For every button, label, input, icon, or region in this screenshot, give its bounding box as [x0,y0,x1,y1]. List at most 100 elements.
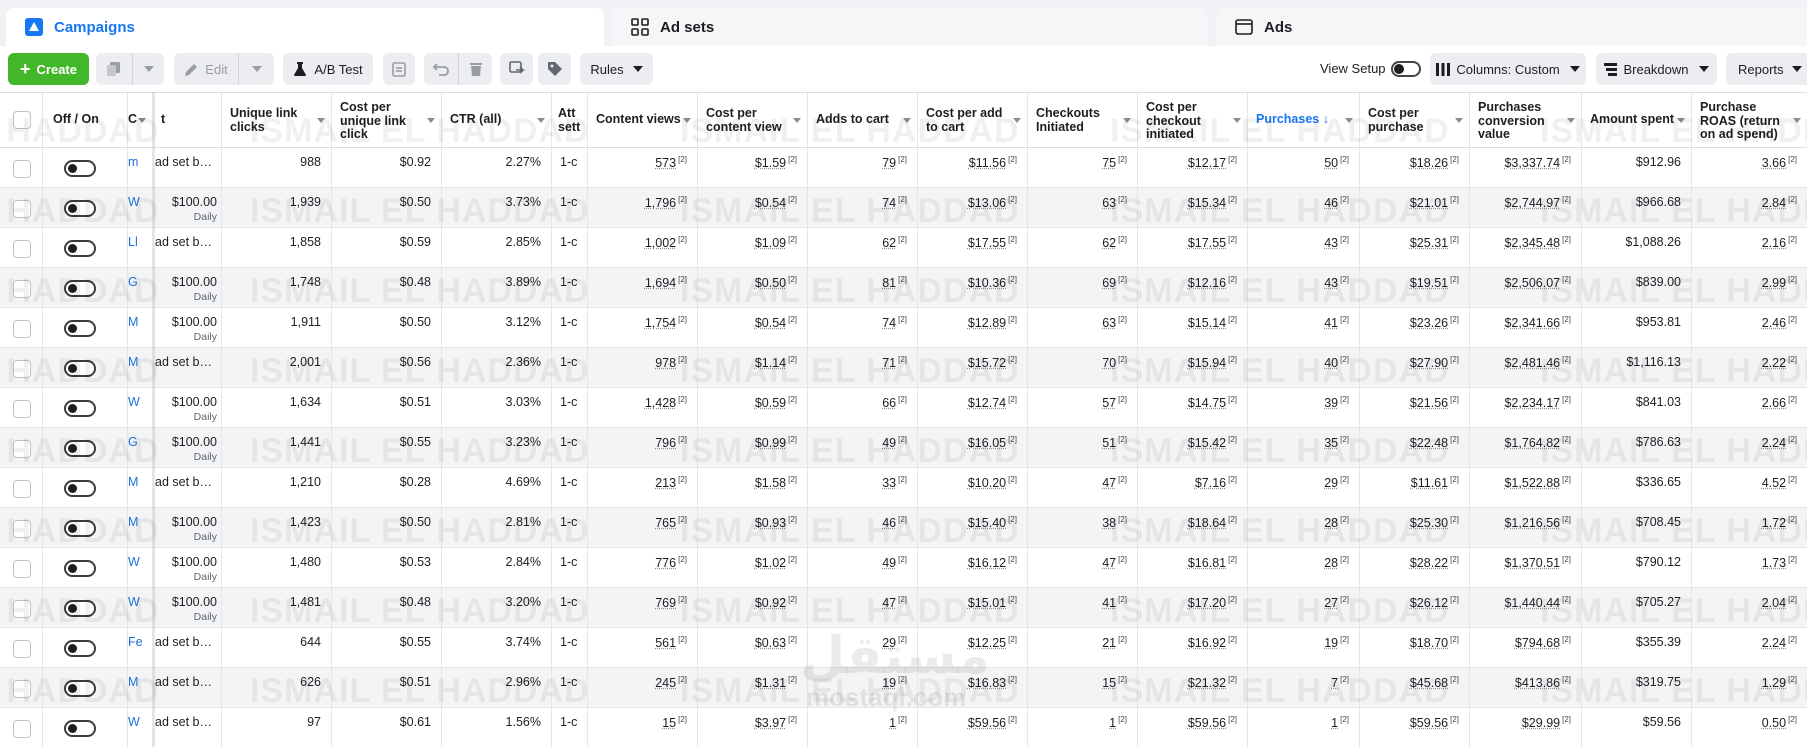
campaign-toggle[interactable] [64,160,96,177]
header-purchase-roas[interactable]: Purchase ROAS (return on ad spend) [1692,93,1807,147]
campaign-toggle[interactable] [64,280,96,297]
purchase-value-value[interactable]: $2,506.07 [1504,276,1560,290]
row-checkbox[interactable] [13,400,31,418]
cost-per-purchase-value[interactable]: $18.26 [1410,156,1448,170]
content-views-value[interactable]: 1,754 [645,316,676,330]
header-unique-link-clicks[interactable]: Unique link clicks [222,93,332,147]
cost-per-purchase-value[interactable]: $19.51 [1410,276,1448,290]
table-row[interactable]: Wad set b… 97 $0.61 1.56% 1-c 15 [2] $3.97 [2] 1[… [0,708,1807,747]
table-row[interactable]: m ad set b… 988 $0.92 2.27% 1-c 573 [2] $1.59 [2]… [0,148,1807,188]
header-purchases-conversion-value[interactable]: Purchases conversion value [1470,93,1582,147]
row-checkbox[interactable] [13,720,31,738]
tab-campaigns[interactable]: Campaigns [6,8,604,46]
adds-to-cart-value[interactable]: 49 [882,556,896,570]
campaign-toggle[interactable] [64,240,96,257]
cost-per-purchase-value[interactable]: $27.90 [1410,356,1448,370]
cost-per-add-to-cart-value[interactable]: $10.36 [968,276,1006,290]
table-row[interactable]: Mad set b… 2,001 $0.56 2.36% 1-c 978 [2] $1.14[… [0,348,1807,388]
campaign-toggle[interactable] [64,320,96,337]
adds-to-cart-value[interactable]: 81 [882,276,896,290]
checkouts-value[interactable]: 1 [1109,716,1116,730]
content-views-value[interactable]: 1,694 [645,276,676,290]
purchases-value[interactable]: 43 [1324,276,1338,290]
cost-per-content-view-value[interactable]: $0.93 [755,516,786,530]
purchases-value[interactable]: 43 [1324,236,1338,250]
cost-per-content-view-value[interactable]: $0.50 [755,276,786,290]
select-all-checkbox[interactable] [13,111,31,129]
cost-per-add-to-cart-value[interactable]: $12.89 [968,316,1006,330]
content-views-value[interactable]: 776 [655,556,676,570]
campaign-name-link[interactable]: G [128,435,138,449]
cost-per-content-view-value[interactable]: $0.92 [755,596,786,610]
table-row[interactable]: W $100.00 Daily 1,480 $0.53 2.84% 1-c 776 [2] $1.… [0,548,1807,588]
purchases-value[interactable]: 29 [1324,476,1338,490]
adds-to-cart-value[interactable]: 74 [882,196,896,210]
edit-button[interactable]: Edit [174,53,238,85]
checkouts-value[interactable]: 57 [1102,396,1116,410]
view-setup-toggle[interactable] [1391,61,1421,80]
checkouts-value[interactable]: 63 [1102,316,1116,330]
purchase-value-value[interactable]: $2,345.48 [1504,236,1560,250]
purchase-value-value[interactable]: $794.68 [1515,636,1560,650]
cost-per-purchase-value[interactable]: $59.56 [1410,716,1448,730]
cost-per-add-to-cart-value[interactable]: $10.20 [968,476,1006,490]
cost-per-purchase-value[interactable]: $25.30 [1410,516,1448,530]
cost-per-checkout-value[interactable]: $7.16 [1195,476,1226,490]
campaign-toggle[interactable] [64,600,96,617]
purchase-value-value[interactable]: $29.99 [1522,716,1560,730]
campaign-toggle[interactable] [64,680,96,697]
columns-button[interactable]: Columns: Custom [1430,53,1586,85]
purchases-value[interactable]: 19 [1324,636,1338,650]
row-checkbox[interactable] [13,320,31,338]
campaign-name-link[interactable]: M [128,515,138,529]
adds-to-cart-value[interactable]: 62 [882,236,896,250]
checkouts-value[interactable]: 47 [1102,476,1116,490]
cost-per-content-view-value[interactable]: $0.54 [755,316,786,330]
adds-to-cart-value[interactable]: 66 [882,396,896,410]
roas-value[interactable]: 0.50 [1762,716,1786,730]
header-adds-to-cart[interactable]: Adds to cart [808,93,918,147]
purchase-value-value[interactable]: $1,522.88 [1504,476,1560,490]
campaign-name-link[interactable]: W [128,395,140,409]
cost-per-content-view-value[interactable]: $3.97 [755,716,786,730]
cost-per-checkout-value[interactable]: $14.75 [1188,396,1226,410]
campaign-name-link[interactable]: W [128,555,140,569]
cost-per-checkout-value[interactable]: $15.94 [1188,356,1226,370]
cost-per-content-view-value[interactable]: $1.14 [755,356,786,370]
header-purchases[interactable]: Purchases ↓ [1248,93,1360,147]
campaign-name-link[interactable]: M [128,315,138,329]
checkouts-value[interactable]: 41 [1102,596,1116,610]
roas-value[interactable]: 1.73 [1762,556,1786,570]
cost-per-content-view-value[interactable]: $0.99 [755,436,786,450]
row-checkbox[interactable] [13,480,31,498]
cost-per-content-view-value[interactable]: $1.31 [755,676,786,690]
cost-per-purchase-value[interactable]: $28.22 [1410,556,1448,570]
cost-per-add-to-cart-value[interactable]: $17.55 [968,236,1006,250]
row-checkbox[interactable] [13,600,31,618]
checkouts-value[interactable]: 47 [1102,556,1116,570]
export-button[interactable] [500,53,533,85]
cost-per-checkout-value[interactable]: $12.17 [1188,156,1226,170]
row-checkbox[interactable] [13,640,31,658]
cost-per-checkout-value[interactable]: $17.55 [1188,236,1226,250]
roas-value[interactable]: 2.46 [1762,316,1786,330]
adds-to-cart-value[interactable]: 46 [882,516,896,530]
purchases-value[interactable]: 1 [1331,716,1338,730]
purchases-value[interactable]: 50 [1324,156,1338,170]
cost-per-content-view-value[interactable]: $1.58 [755,476,786,490]
header-off-on[interactable]: Off / On [43,93,128,147]
cost-per-content-view-value[interactable]: $0.59 [755,396,786,410]
roas-value[interactable]: 2.16 [1762,236,1786,250]
purchase-value-value[interactable]: $3,337.74 [1504,156,1560,170]
adds-to-cart-value[interactable]: 49 [882,436,896,450]
roas-value[interactable]: 2.99 [1762,276,1786,290]
cost-per-add-to-cart-value[interactable]: $15.40 [968,516,1006,530]
tab-ads[interactable]: Ads [1216,8,1807,46]
cost-per-add-to-cart-value[interactable]: $16.05 [968,436,1006,450]
adds-to-cart-value[interactable]: 79 [882,156,896,170]
row-checkbox[interactable] [13,520,31,538]
cost-per-add-to-cart-value[interactable]: $15.72 [968,356,1006,370]
row-checkbox[interactable] [13,280,31,298]
row-checkbox[interactable] [13,160,31,178]
roas-value[interactable]: 2.04 [1762,596,1786,610]
